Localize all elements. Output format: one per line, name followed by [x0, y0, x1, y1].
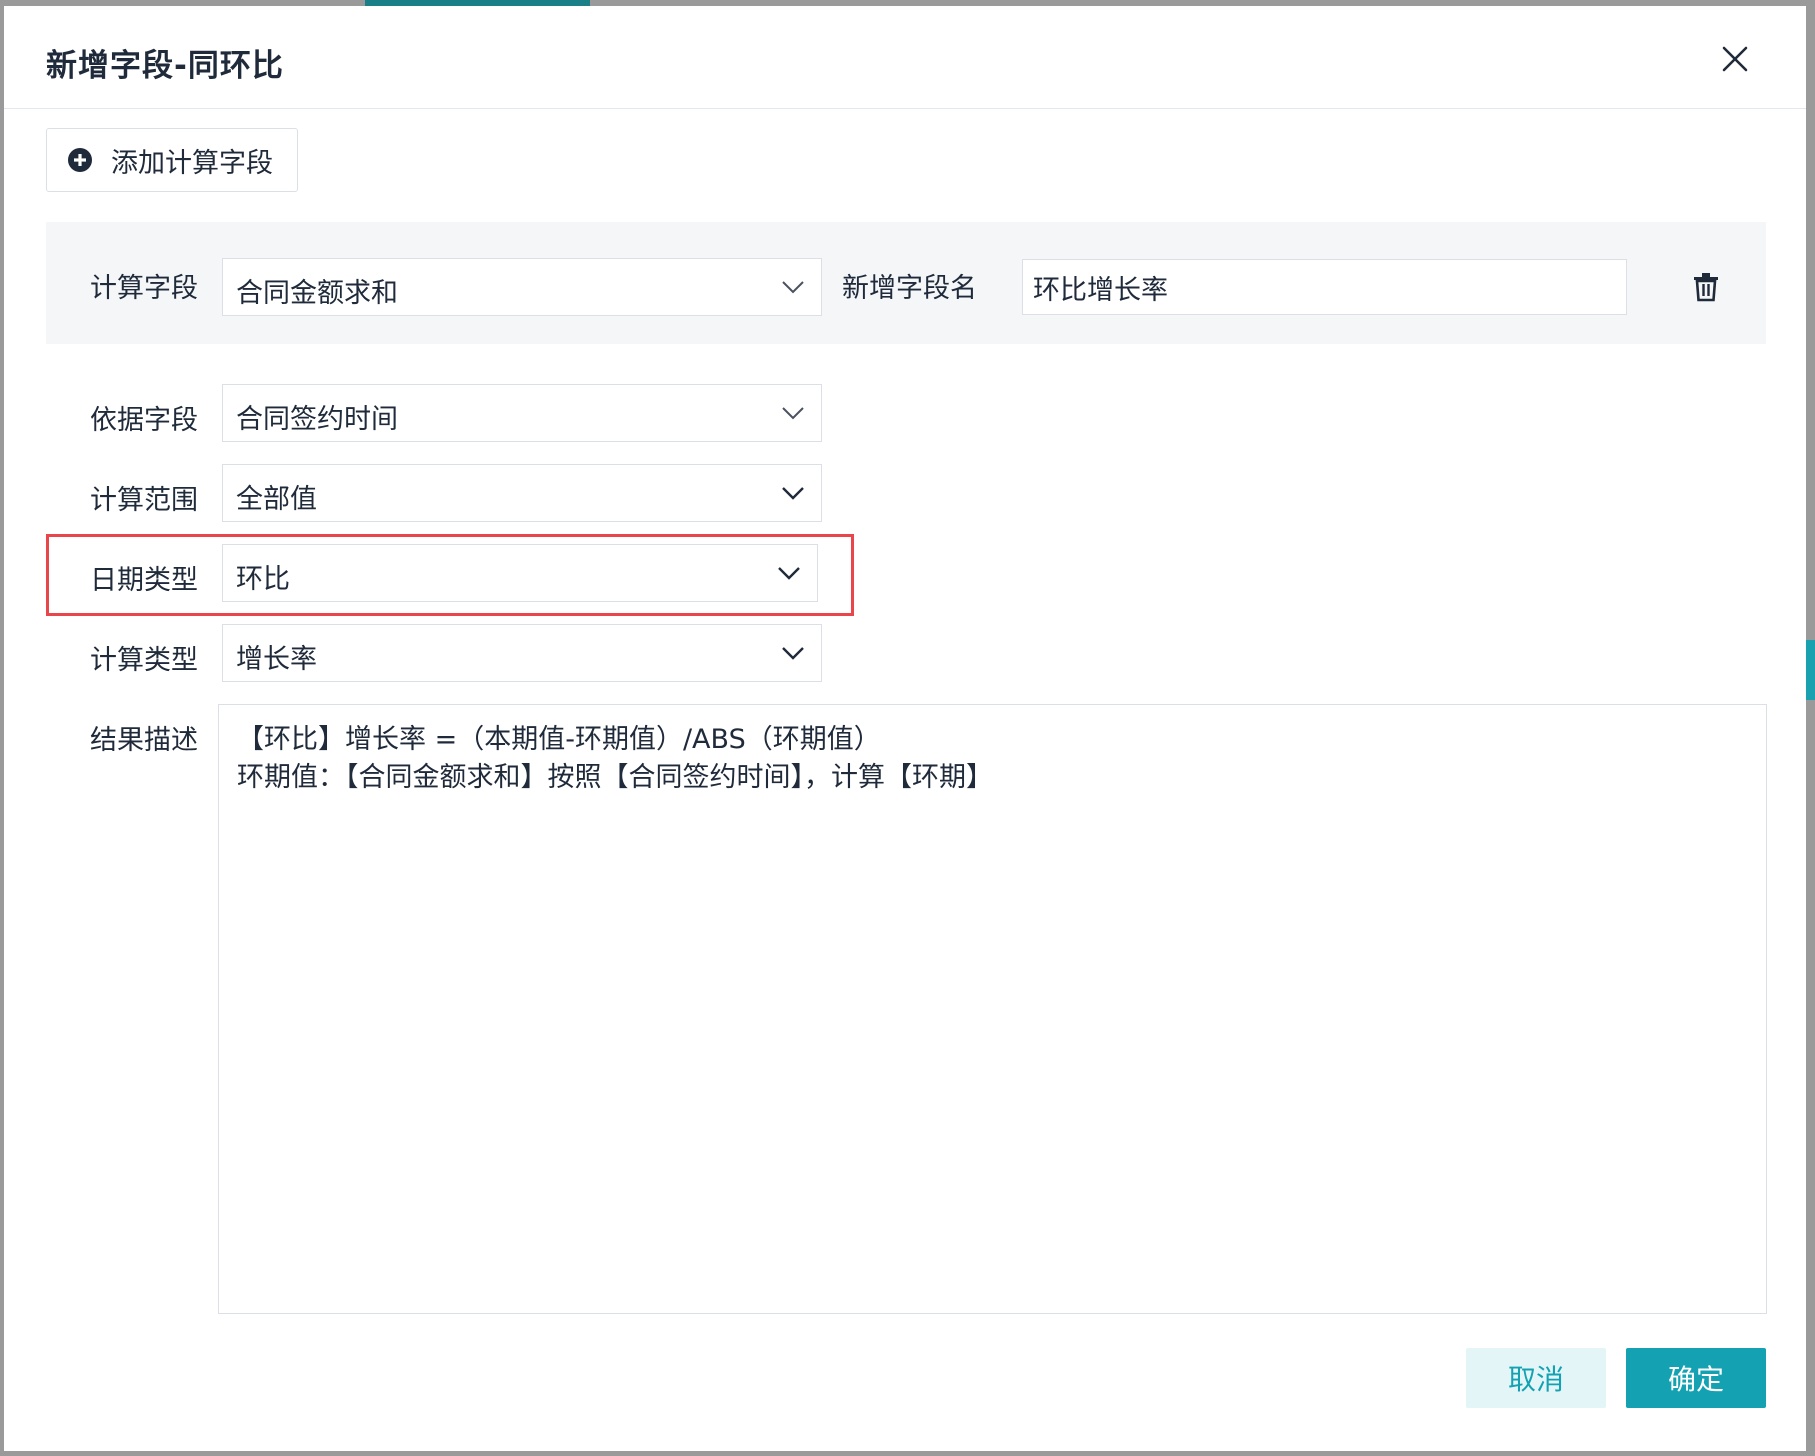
cancel-button[interactable]: 取消 — [1466, 1348, 1606, 1408]
calc-type-label: 计算类型 — [90, 645, 198, 676]
basis-field-label: 依据字段 — [90, 405, 198, 436]
result-formula-line: 【环比】增长率 =（本期值-环期值）/ABS（环期值） — [237, 724, 881, 755]
background-accent — [1806, 640, 1815, 700]
dialog-header: 新增字段-同环比 — [4, 6, 1806, 109]
calc-field-panel: 计算字段 合同金额求和 新增字段名 — [46, 222, 1766, 344]
result-description-label: 结果描述 — [90, 725, 198, 756]
calc-range-select[interactable]: 全部值 — [222, 464, 822, 522]
chevron-down-icon — [778, 567, 800, 580]
calc-range-value: 全部值 — [236, 484, 317, 515]
date-type-select[interactable]: 环比 — [222, 544, 818, 602]
calc-field-select[interactable]: 合同金额求和 — [222, 258, 822, 316]
new-field-name-input[interactable] — [1022, 259, 1627, 315]
calc-field-label: 计算字段 — [90, 273, 198, 304]
basis-field-value: 合同签约时间 — [236, 404, 398, 435]
add-field-dialog: 新增字段-同环比 添加计算字段 计算字段 合同金额求和 新增字段名 环比增长率 … — [4, 6, 1806, 1451]
confirm-button[interactable]: 确定 — [1626, 1348, 1766, 1408]
chevron-down-icon — [782, 647, 804, 660]
trash-icon — [1694, 273, 1718, 302]
delete-button[interactable] — [1692, 272, 1720, 302]
chevron-down-icon — [782, 487, 804, 500]
chevron-down-icon — [782, 407, 804, 420]
basis-field-select[interactable]: 合同签约时间 — [222, 384, 822, 442]
chevron-down-icon — [782, 281, 804, 294]
add-calc-field-button[interactable]: 添加计算字段 — [46, 128, 298, 192]
calc-type-value: 增长率 — [236, 644, 317, 675]
date-type-label: 日期类型 — [90, 565, 198, 596]
calc-type-select[interactable]: 增长率 — [222, 624, 822, 682]
dialog-title: 新增字段-同环比 — [46, 48, 284, 84]
plus-circle-icon — [68, 148, 92, 172]
calc-field-value: 合同金额求和 — [236, 278, 398, 309]
add-calc-field-label: 添加计算字段 — [111, 147, 273, 179]
date-type-value: 环比 — [236, 564, 290, 595]
close-button[interactable] — [1718, 42, 1752, 76]
new-field-name-label: 新增字段名 — [842, 273, 977, 304]
result-description-area[interactable]: 【环比】增长率 =（本期值-环期值）/ABS（环期值） 环期值：【合同金额求和】… — [218, 704, 1767, 1314]
close-icon — [1722, 46, 1748, 72]
result-detail-line: 环期值：【合同金额求和】按照【合同签约时间】，计算【环期】 — [237, 762, 993, 793]
calc-range-label: 计算范围 — [90, 485, 198, 516]
